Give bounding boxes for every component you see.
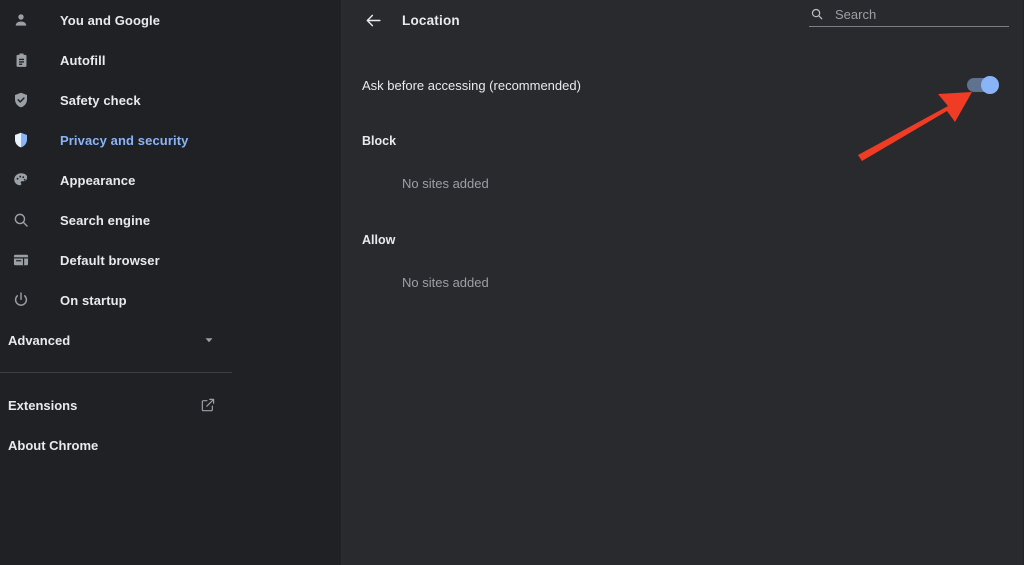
- external-link-icon[interactable]: [200, 397, 216, 413]
- sidebar-item-autofill[interactable]: Autofill: [0, 40, 341, 80]
- sidebar-item-label: On startup: [60, 292, 127, 308]
- palette-icon: [10, 169, 32, 191]
- page-title: Location: [402, 12, 460, 28]
- sidebar-item-privacy-and-security[interactable]: Privacy and security: [0, 120, 341, 160]
- sidebar-item-label: About Chrome: [8, 437, 99, 453]
- allow-empty-text: No sites added: [402, 275, 489, 290]
- sidebar-item-label: Autofill: [60, 52, 106, 68]
- content-header: Location: [342, 0, 1023, 40]
- arrow-left-icon[interactable]: [362, 9, 384, 31]
- sidebar-item-label: Safety check: [60, 92, 141, 108]
- sidebar-item-on-startup[interactable]: On startup: [0, 280, 341, 320]
- sidebar-item-appearance[interactable]: Appearance: [0, 160, 341, 200]
- block-section: Block No sites added: [342, 134, 1023, 191]
- ask-before-accessing-toggle[interactable]: [967, 76, 999, 94]
- person-icon: [10, 9, 32, 31]
- block-empty-text: No sites added: [402, 176, 489, 191]
- power-icon: [10, 289, 32, 311]
- clipboard-icon: [10, 49, 32, 71]
- sidebar-item-advanced[interactable]: Advanced: [0, 320, 232, 360]
- block-heading: Block: [362, 134, 397, 148]
- sidebar-item-label: You and Google: [60, 12, 161, 28]
- allow-section: Allow No sites added: [342, 233, 1023, 290]
- browser-window-icon: [10, 249, 32, 271]
- sidebar-item-extensions[interactable]: Extensions: [0, 385, 232, 425]
- allow-heading: Allow: [362, 233, 396, 247]
- sidebar-item-label: Default browser: [60, 252, 160, 268]
- ask-before-accessing-row: Ask before accessing (recommended): [342, 58, 1023, 112]
- sidebar-item-label: Privacy and security: [60, 132, 189, 148]
- shield-check-icon: [10, 89, 32, 111]
- chevron-down-icon: [202, 333, 216, 347]
- search-icon: [809, 6, 825, 22]
- sidebar-nav: You and Google Autofill Safety check Pri…: [0, 0, 341, 320]
- ask-before-accessing-label: Ask before accessing (recommended): [362, 77, 581, 93]
- search-box[interactable]: [809, 6, 1009, 27]
- sidebar-divider: [0, 372, 232, 373]
- sidebar-item-search-engine[interactable]: Search engine: [0, 200, 341, 240]
- shield-icon: [10, 129, 32, 151]
- sidebar-item-label: Search engine: [60, 212, 151, 228]
- sidebar-item-label: Extensions: [8, 397, 78, 413]
- sidebar-item-default-browser[interactable]: Default browser: [0, 240, 341, 280]
- sidebar-item-label: Appearance: [60, 172, 136, 188]
- chrome-settings-window: You and Google Autofill Safety check Pri…: [0, 0, 1024, 565]
- settings-sidebar: You and Google Autofill Safety check Pri…: [0, 0, 342, 565]
- magnifier-icon: [10, 209, 32, 231]
- sidebar-item-you-and-google[interactable]: You and Google: [0, 0, 341, 40]
- toggle-knob: [981, 76, 999, 94]
- sidebar-item-about-chrome[interactable]: About Chrome: [0, 425, 232, 465]
- advanced-label: Advanced: [8, 332, 71, 348]
- main-content: Location Ask before accessing (recommend…: [342, 0, 1024, 565]
- sidebar-item-safety-check[interactable]: Safety check: [0, 80, 341, 120]
- search-input[interactable]: [835, 6, 1009, 22]
